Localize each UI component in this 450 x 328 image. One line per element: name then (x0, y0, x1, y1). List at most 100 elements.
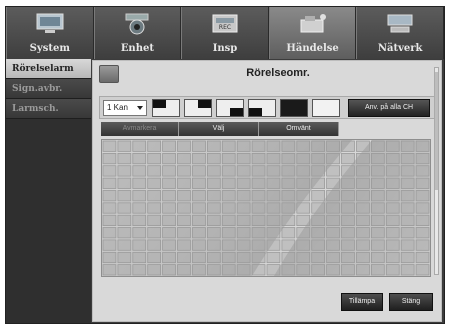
grid-cell[interactable] (415, 177, 430, 189)
grid-cell[interactable] (117, 140, 132, 152)
grid-cell[interactable] (370, 214, 385, 226)
grid-cell[interactable] (177, 214, 191, 226)
tab-enhet[interactable]: Enhet (93, 7, 182, 59)
grid-cell[interactable] (251, 214, 266, 226)
grid-cell[interactable] (207, 227, 221, 239)
grid-cell[interactable] (281, 251, 296, 264)
apply-button[interactable]: Tillämpa (341, 293, 383, 311)
grid-cell[interactable] (400, 202, 415, 214)
grid-cell[interactable] (326, 165, 340, 177)
grid-cell[interactable] (132, 264, 147, 276)
grid-cell[interactable] (192, 152, 206, 165)
grid-cell[interactable] (311, 190, 325, 202)
grid-cell[interactable] (221, 214, 236, 226)
grid-cell[interactable] (132, 140, 147, 152)
grid-cell[interactable] (207, 177, 221, 189)
grid-cell[interactable] (147, 202, 162, 214)
grid-cell[interactable] (117, 165, 132, 177)
grid-cell[interactable] (177, 239, 191, 251)
grid-cell[interactable] (207, 202, 221, 214)
grid-cell[interactable] (341, 152, 355, 165)
grid-cell[interactable] (385, 239, 400, 251)
pattern-top-right-button[interactable] (184, 99, 212, 117)
grid-cell[interactable] (117, 177, 132, 189)
grid-cell[interactable] (192, 251, 206, 264)
tab-system[interactable]: System (6, 7, 94, 59)
grid-cell[interactable] (356, 140, 370, 152)
grid-cell[interactable] (400, 165, 415, 177)
grid-cell[interactable] (102, 264, 117, 276)
grid-cell[interactable] (356, 214, 370, 226)
grid-cell[interactable] (266, 152, 281, 165)
grid-cell[interactable] (341, 177, 355, 189)
grid-cell[interactable] (415, 251, 430, 264)
grid-cell[interactable] (207, 264, 221, 276)
grid-cell[interactable] (177, 165, 191, 177)
grid-cell[interactable] (192, 140, 206, 152)
grid-cell[interactable] (251, 177, 266, 189)
grid-cell[interactable] (370, 264, 385, 276)
grid-cell[interactable] (192, 264, 206, 276)
grid-cell[interactable] (356, 190, 370, 202)
grid-cell[interactable] (236, 227, 251, 239)
grid-cell[interactable] (147, 177, 162, 189)
grid-cell[interactable] (266, 239, 281, 251)
grid-cell[interactable] (221, 190, 236, 202)
grid-cell[interactable] (281, 214, 296, 226)
grid-cell[interactable] (311, 214, 325, 226)
grid-cell[interactable] (251, 251, 266, 264)
grid-cell[interactable] (221, 251, 236, 264)
motion-area-grid[interactable] (101, 139, 431, 277)
grid-cell[interactable] (132, 214, 147, 226)
grid-cell[interactable] (326, 214, 340, 226)
grid-cell[interactable] (102, 190, 117, 202)
grid-cell[interactable] (162, 264, 176, 276)
grid-cell[interactable] (281, 177, 296, 189)
grid-cell[interactable] (385, 214, 400, 226)
grid-cell[interactable] (341, 264, 355, 276)
grid-cell[interactable] (296, 152, 311, 165)
grid-cell[interactable] (415, 152, 430, 165)
grid-cell[interactable] (192, 177, 206, 189)
grid-cell[interactable] (236, 190, 251, 202)
scrollbar-thumb[interactable] (435, 72, 438, 190)
grid-cell[interactable] (117, 202, 132, 214)
grid-cell[interactable] (311, 177, 325, 189)
grid-cell[interactable] (326, 239, 340, 251)
grid-cell[interactable] (370, 227, 385, 239)
grid-cell[interactable] (341, 202, 355, 214)
grid-cell[interactable] (192, 239, 206, 251)
grid-cell[interactable] (221, 202, 236, 214)
grid-cell[interactable] (311, 165, 325, 177)
pattern-bottom-right-button[interactable] (216, 99, 244, 117)
grid-cell[interactable] (341, 239, 355, 251)
grid-cell[interactable] (296, 202, 311, 214)
grid-cell[interactable] (102, 214, 117, 226)
grid-cell[interactable] (147, 165, 162, 177)
grid-cell[interactable] (236, 202, 251, 214)
grid-cell[interactable] (326, 227, 340, 239)
grid-cell[interactable] (326, 177, 340, 189)
grid-cell[interactable] (266, 264, 281, 276)
grid-cell[interactable] (207, 214, 221, 226)
grid-cell[interactable] (117, 264, 132, 276)
pattern-bottom-left-button[interactable] (248, 99, 276, 117)
grid-cell[interactable] (266, 190, 281, 202)
grid-cell[interactable] (281, 227, 296, 239)
grid-cell[interactable] (117, 239, 132, 251)
grid-cell[interactable] (147, 214, 162, 226)
vertical-scrollbar[interactable] (434, 67, 439, 275)
grid-cell[interactable] (207, 190, 221, 202)
grid-cell[interactable] (117, 214, 132, 226)
grid-cell[interactable] (326, 251, 340, 264)
grid-cell[interactable] (400, 227, 415, 239)
grid-cell[interactable] (326, 190, 340, 202)
grid-cell[interactable] (207, 165, 221, 177)
grid-cell[interactable] (251, 202, 266, 214)
grid-cell[interactable] (221, 177, 236, 189)
grid-cell[interactable] (311, 264, 325, 276)
grid-cell[interactable] (356, 165, 370, 177)
grid-cell[interactable] (162, 190, 176, 202)
grid-cell[interactable] (192, 202, 206, 214)
grid-cell[interactable] (385, 202, 400, 214)
